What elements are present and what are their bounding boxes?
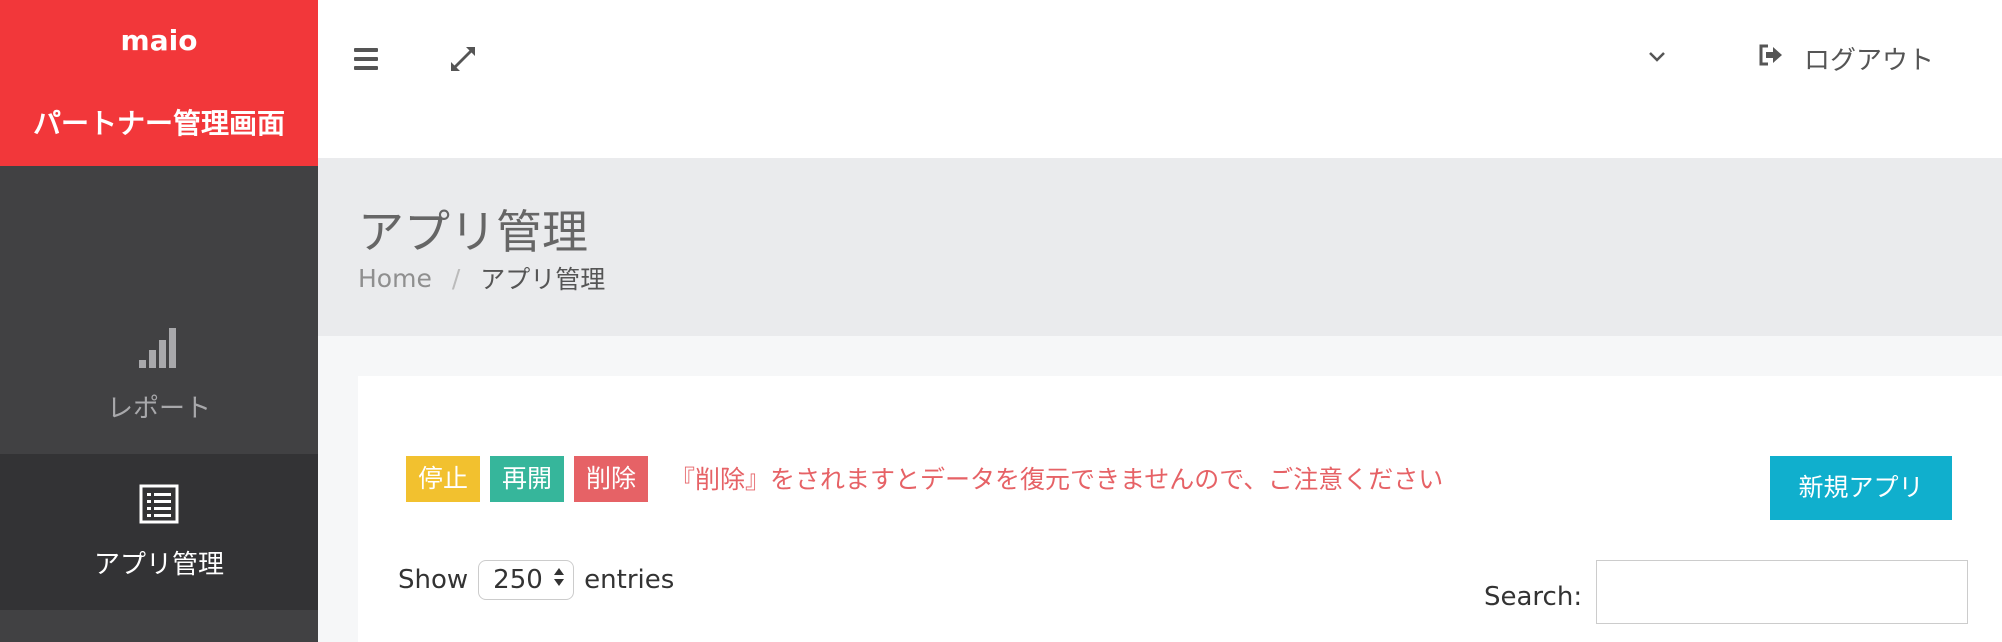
- fullscreen-expand-icon[interactable]: [448, 44, 478, 78]
- entries-value: 250: [493, 565, 543, 595]
- breadcrumb-home-link[interactable]: Home: [358, 264, 432, 293]
- sidebar-filler: [0, 610, 318, 642]
- entries-select[interactable]: 250: [478, 560, 575, 600]
- sidebar-item-report[interactable]: レポート: [0, 166, 318, 454]
- entries-length-control: Show 250 entries: [398, 560, 674, 600]
- top-navbar: ログアウト: [318, 0, 2002, 158]
- content-body: 停止 再開 削除 『削除』をされますとデータを復元できませんので、ご注意ください…: [318, 336, 2002, 642]
- delete-button[interactable]: 削除: [574, 456, 649, 502]
- chevron-down-icon[interactable]: [1648, 48, 1666, 67]
- sidebar-item-apps[interactable]: アプリ管理: [0, 454, 318, 610]
- sign-out-icon: [1758, 43, 1784, 74]
- sidebar-item-label: アプリ管理: [93, 550, 224, 580]
- breadcrumb-current: アプリ管理: [480, 265, 606, 294]
- search-control: Search:: [1484, 560, 1969, 624]
- brand-subtitle: パートナー管理画面: [32, 107, 285, 140]
- stop-button[interactable]: 停止: [406, 456, 481, 502]
- menu-toggle-icon[interactable]: [354, 48, 378, 75]
- search-label: Search:: [1484, 582, 1583, 612]
- brand-logo[interactable]: maio パートナー管理画面: [0, 0, 318, 166]
- content-header: アプリ管理 Home / アプリ管理: [318, 158, 2002, 336]
- new-app-button[interactable]: 新規アプリ: [1770, 456, 1952, 520]
- breadcrumb-separator: /: [451, 263, 461, 293]
- show-label: Show: [398, 565, 469, 595]
- breadcrumb: Home / アプリ管理: [358, 260, 605, 296]
- sidebar-item-label: レポート: [106, 394, 211, 424]
- search-input[interactable]: [1596, 560, 1969, 624]
- sidebar: maio パートナー管理画面 レポート アプリ管理: [0, 0, 318, 642]
- app-list-panel: 停止 再開 削除 『削除』をされますとデータを復元できませんので、ご注意ください…: [358, 376, 2002, 642]
- resume-button[interactable]: 再開: [490, 456, 565, 502]
- logout-label: ログアウト: [1804, 46, 1935, 76]
- list-icon: [139, 484, 179, 528]
- page-title: アプリ管理: [358, 205, 588, 259]
- brand-name: maio: [120, 24, 198, 57]
- entries-label: entries: [584, 565, 675, 595]
- delete-warning-text: 『削除』をされますとデータを復元できませんので、ご注意ください: [670, 465, 1444, 494]
- bar-chart-icon: [139, 326, 179, 372]
- select-arrows-icon: [553, 565, 565, 595]
- logout-button[interactable]: ログアウト: [1758, 40, 1934, 77]
